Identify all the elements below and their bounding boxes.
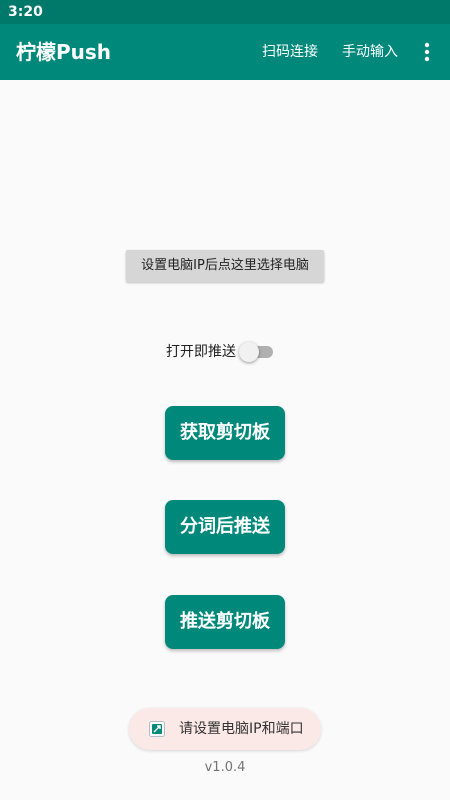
segment-push-button[interactable]: 分词后推送 xyxy=(165,500,285,554)
app-icon xyxy=(149,721,165,737)
version-label: v1.0.4 xyxy=(204,760,246,775)
app-bar: 柠檬Push 扫码连接 手动输入 xyxy=(0,24,450,80)
status-bar: 3:20 xyxy=(0,0,450,24)
app-title: 柠檬Push xyxy=(16,40,112,64)
switch-thumb xyxy=(239,342,259,362)
select-pc-button[interactable]: 设置电脑IP后点这里选择电脑 xyxy=(126,250,324,282)
more-vert-icon[interactable] xyxy=(419,40,435,64)
status-time: 3:20 xyxy=(8,4,43,20)
toast-text: 请设置电脑IP和端口 xyxy=(179,721,304,737)
auto-push-label: 打开即推送 xyxy=(166,344,236,360)
push-clipboard-button[interactable]: 推送剪切板 xyxy=(165,595,285,649)
scan-connect-button[interactable]: 扫码连接 xyxy=(262,42,318,62)
auto-push-switch[interactable] xyxy=(239,342,275,362)
get-clipboard-button[interactable]: 获取剪切板 xyxy=(165,406,285,460)
toast-message: 请设置电脑IP和端口 xyxy=(129,708,321,750)
manual-input-button[interactable]: 手动输入 xyxy=(342,42,398,62)
app-screen: 3:20 柠檬Push 扫码连接 手动输入 设置电脑IP后点这里选择电脑 打开即… xyxy=(0,0,450,800)
